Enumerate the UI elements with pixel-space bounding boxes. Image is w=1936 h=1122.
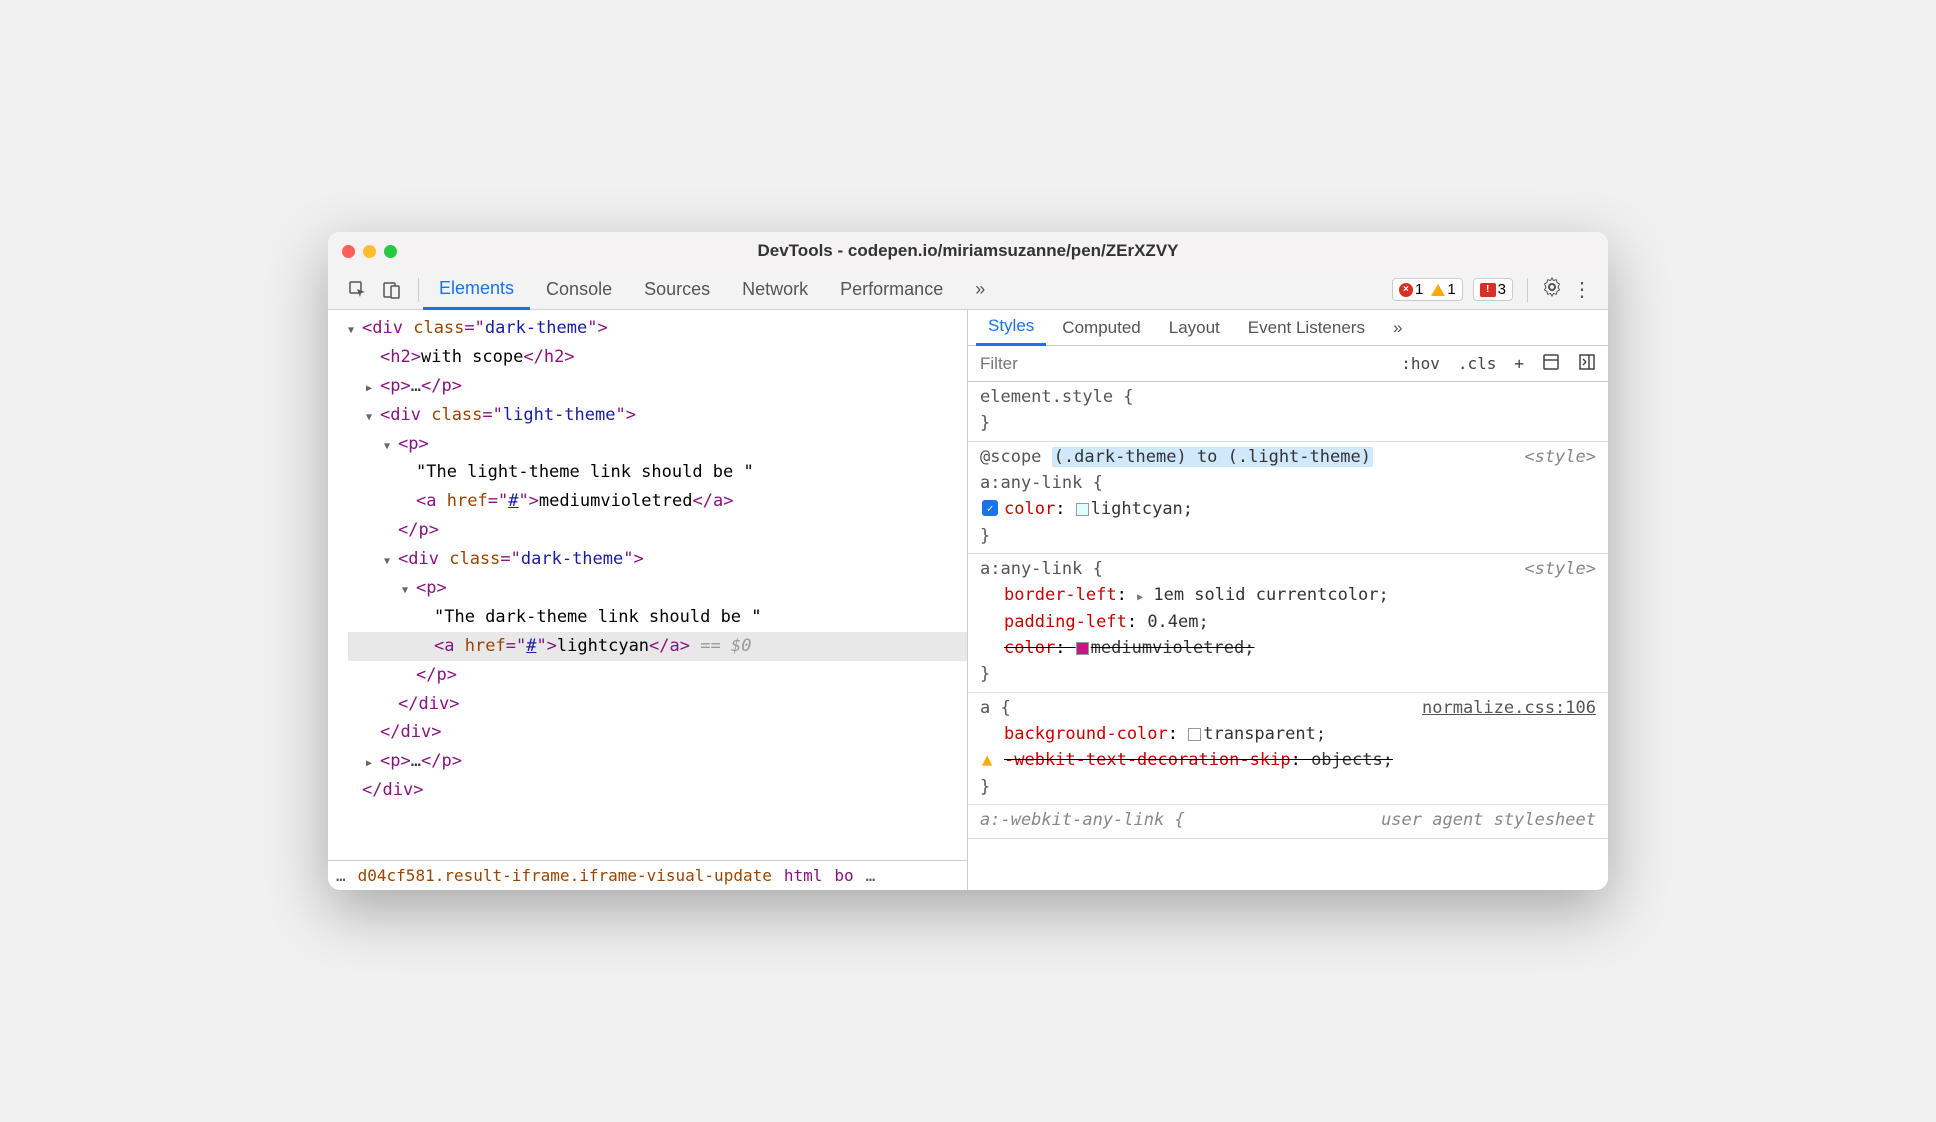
devtools-window: DevTools - codepen.io/miriamsuzanne/pen/… (328, 232, 1608, 890)
color-swatch[interactable] (1076, 503, 1089, 516)
tab-network[interactable]: Network (726, 270, 824, 310)
style-rule-element[interactable]: element.style { } (968, 382, 1608, 442)
message-icon: ! (1480, 283, 1496, 297)
toolbar-separator (418, 278, 419, 302)
titlebar: DevTools - codepen.io/miriamsuzanne/pen/… (328, 232, 1608, 270)
selected-dom-node: <a href="#">lightcyan</a> == $0 (348, 632, 967, 661)
tabs-overflow[interactable]: » (959, 270, 1001, 310)
expand-arrow-icon[interactable] (366, 747, 380, 776)
scope-highlight: (.dark-theme) to (.light-theme) (1052, 447, 1373, 467)
device-toolbar-icon[interactable] (378, 276, 406, 304)
breadcrumb-item[interactable]: d04cf581.result-iframe.iframe-visual-upd… (358, 866, 772, 885)
styles-sub-tabs: Styles Computed Layout Event Listeners » (968, 310, 1608, 346)
expand-arrow-icon[interactable] (384, 545, 398, 574)
rule-source: user agent stylesheet (1381, 807, 1596, 833)
main-toolbar: Elements Console Sources Network Perform… (328, 270, 1608, 310)
error-icon: × (1399, 283, 1413, 297)
sub-tab-computed[interactable]: Computed (1050, 310, 1152, 346)
rule-source-link[interactable]: normalize.css:106 (1422, 695, 1596, 721)
warning-icon: ▲ (982, 747, 992, 773)
breadcrumb-item[interactable]: html (784, 866, 823, 885)
warning-count: 1 (1447, 281, 1455, 298)
expand-arrow-icon[interactable] (366, 401, 380, 430)
color-swatch[interactable] (1188, 728, 1201, 741)
warning-icon (1431, 284, 1445, 296)
minimize-window-button[interactable] (363, 245, 376, 258)
breadcrumb-overflow-left[interactable]: … (336, 866, 346, 885)
cls-toggle[interactable]: .cls (1454, 354, 1501, 373)
toolbar-separator (1527, 278, 1528, 302)
color-swatch[interactable] (1076, 642, 1089, 655)
sub-tab-styles[interactable]: Styles (976, 310, 1046, 346)
traffic-lights (342, 245, 397, 258)
sub-tab-layout[interactable]: Layout (1157, 310, 1232, 346)
styles-filter-row: :hov .cls + (968, 346, 1608, 382)
styles-panel: Styles Computed Layout Event Listeners »… (968, 310, 1608, 890)
elements-panel: <div class="dark-theme"> <h2>with scope<… (328, 310, 968, 890)
expand-arrow-icon[interactable] (348, 314, 362, 343)
computed-styles-icon[interactable] (1538, 353, 1564, 375)
error-count: 1 (1415, 281, 1423, 298)
new-rule-button[interactable]: + (1510, 354, 1528, 373)
message-count: 3 (1498, 281, 1506, 298)
tab-console[interactable]: Console (530, 270, 628, 310)
panel-tabs: Elements Console Sources Network Perform… (423, 270, 1384, 310)
breadcrumbs[interactable]: … d04cf581.result-iframe.iframe-visual-u… (328, 860, 967, 890)
style-rule-a[interactable]: normalize.css:106 a { background-color: … (968, 693, 1608, 805)
hov-toggle[interactable]: :hov (1397, 354, 1444, 373)
content-area: <div class="dark-theme"> <h2>with scope<… (328, 310, 1608, 890)
dom-tree[interactable]: <div class="dark-theme"> <h2>with scope<… (328, 310, 967, 860)
rule-source[interactable]: <style> (1524, 556, 1596, 582)
window-title: DevTools - codepen.io/miriamsuzanne/pen/… (328, 241, 1608, 261)
style-rule-anylink[interactable]: <style> a:any-link { border-left: ▶ 1em … (968, 554, 1608, 693)
more-icon[interactable]: ⋮ (1572, 277, 1592, 302)
sub-tabs-overflow[interactable]: » (1381, 310, 1414, 346)
rule-source[interactable]: <style> (1524, 444, 1596, 470)
close-window-button[interactable] (342, 245, 355, 258)
maximize-window-button[interactable] (384, 245, 397, 258)
inspect-element-icon[interactable] (344, 276, 372, 304)
expand-arrow-icon[interactable] (384, 430, 398, 459)
sub-tab-event-listeners[interactable]: Event Listeners (1236, 310, 1377, 346)
tab-elements[interactable]: Elements (423, 270, 530, 310)
style-rule-ua[interactable]: user agent stylesheet a:-webkit-any-link… (968, 805, 1608, 838)
error-warning-badge[interactable]: × 1 1 (1392, 278, 1463, 301)
property-checkbox[interactable]: ✓ (982, 500, 998, 516)
breadcrumb-item[interactable]: bo (834, 866, 853, 885)
expand-shorthand-icon[interactable]: ▶ (1137, 592, 1143, 603)
style-rule-scope[interactable]: <style> @scope (.dark-theme) to (.light-… (968, 442, 1608, 554)
tab-performance[interactable]: Performance (824, 270, 959, 310)
styles-filter-input[interactable] (976, 350, 1387, 378)
expand-arrow-icon[interactable] (366, 372, 380, 401)
tab-sources[interactable]: Sources (628, 270, 726, 310)
settings-icon[interactable] (1542, 277, 1562, 303)
toggle-sidebar-icon[interactable] (1574, 353, 1600, 375)
styles-rules-list[interactable]: element.style { } <style> @scope (.dark-… (968, 382, 1608, 890)
messages-badge[interactable]: ! 3 (1473, 278, 1513, 301)
breadcrumb-overflow-right[interactable]: … (866, 866, 876, 885)
expand-arrow-icon[interactable] (402, 574, 416, 603)
